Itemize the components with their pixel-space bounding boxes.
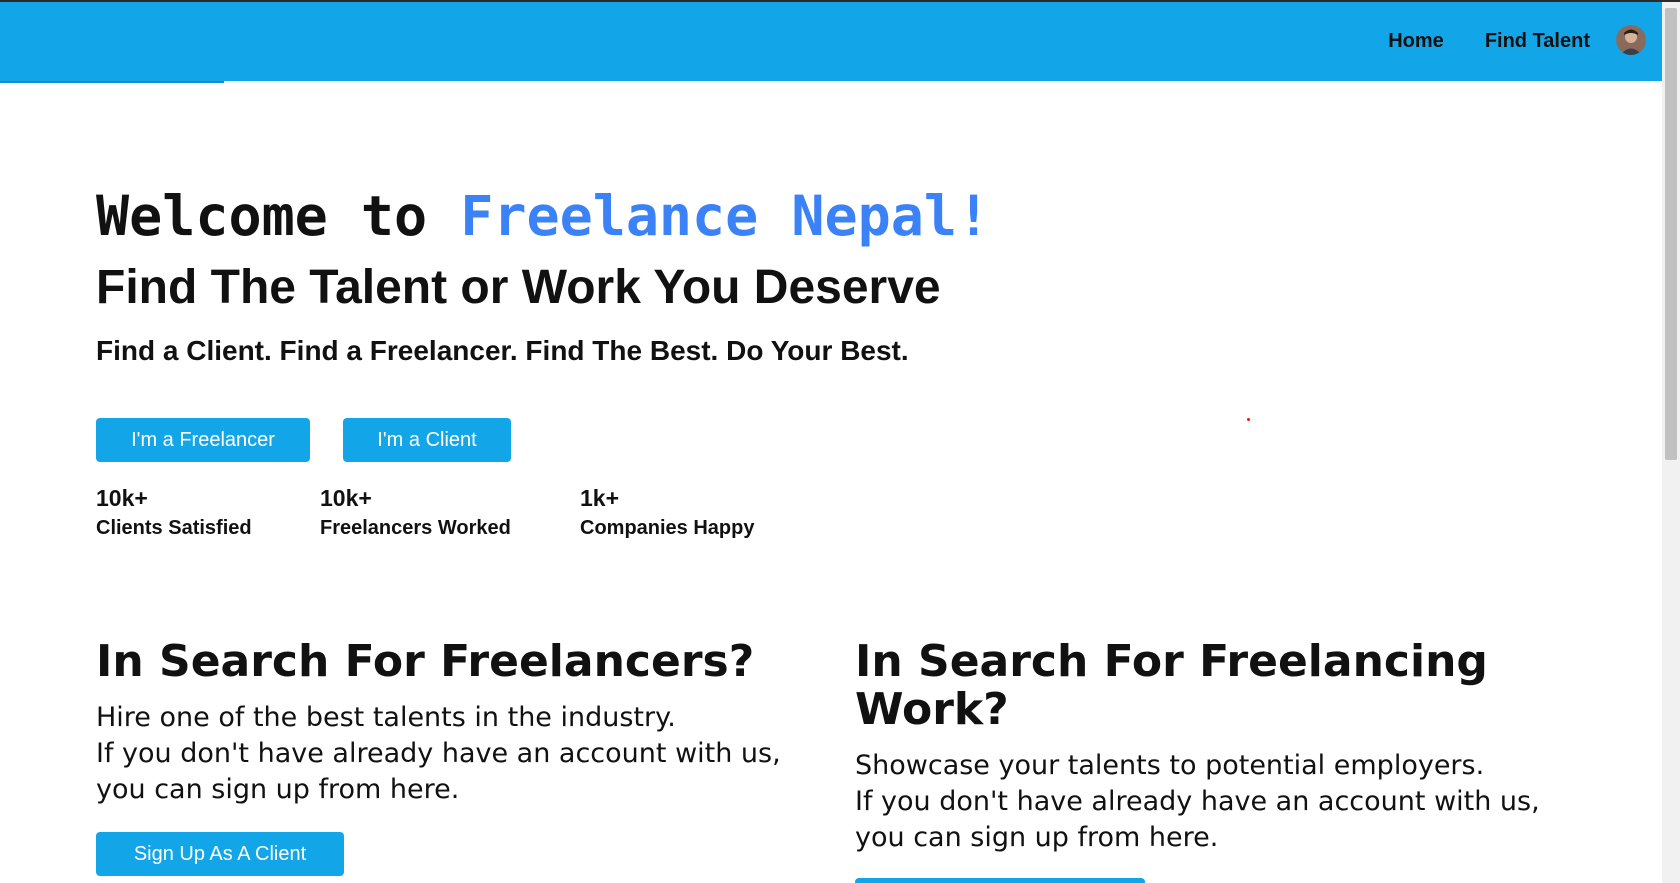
stat-label: Clients Satisfied	[96, 517, 252, 539]
scrollbar-thumb[interactable]	[1665, 8, 1677, 460]
cursor-dot	[1247, 418, 1250, 421]
stat-value: 10k+	[320, 485, 372, 511]
stat-value: 10k+	[96, 485, 148, 511]
stat-label: Companies Happy	[580, 517, 755, 539]
welcome-prefix: Welcome to	[96, 184, 461, 248]
sign-up-client-button[interactable]: Sign Up As A Client	[96, 832, 344, 876]
stat-value: 1k+	[580, 485, 620, 511]
freelancer-section-title: In Search For Freelancing Work?	[855, 636, 1488, 735]
navbar: Home Find Talent	[0, 2, 1662, 83]
welcome-heading: Welcome to Freelance Nepal!	[96, 180, 990, 252]
stat-companies: 1k+ Companies Happy	[580, 483, 754, 543]
freelancer-section-body: Showcase your talents to potential emplo…	[855, 750, 1540, 853]
client-section-body: Hire one of the best talents in the indu…	[96, 702, 781, 805]
hero-tagline: Find a Client. Find a Freelancer. Find T…	[96, 335, 909, 366]
nav-links: Home Find Talent	[1388, 30, 1590, 53]
navbar-accent-line	[0, 81, 224, 83]
hero-headline: Find The Talent or Work You Deserve	[96, 261, 941, 314]
nav-link-find-talent[interactable]: Find Talent	[1485, 30, 1590, 53]
im-a-client-button[interactable]: I'm a Client	[343, 418, 511, 462]
stat-clients: 10k+ Clients Satisfied	[96, 483, 252, 543]
client-section-title: In Search For Freelancers?	[96, 636, 755, 687]
user-avatar[interactable]	[1616, 25, 1646, 55]
nav-link-home[interactable]: Home	[1388, 30, 1444, 53]
brand-name: Freelance Nepal!	[460, 184, 991, 248]
sign-up-freelancer-button[interactable]	[855, 878, 1145, 883]
im-a-freelancer-button[interactable]: I'm a Freelancer	[96, 418, 310, 462]
stat-freelancers: 10k+ Freelancers Worked	[320, 483, 511, 543]
avatar-icon	[1616, 25, 1646, 55]
stat-label: Freelancers Worked	[320, 517, 511, 539]
